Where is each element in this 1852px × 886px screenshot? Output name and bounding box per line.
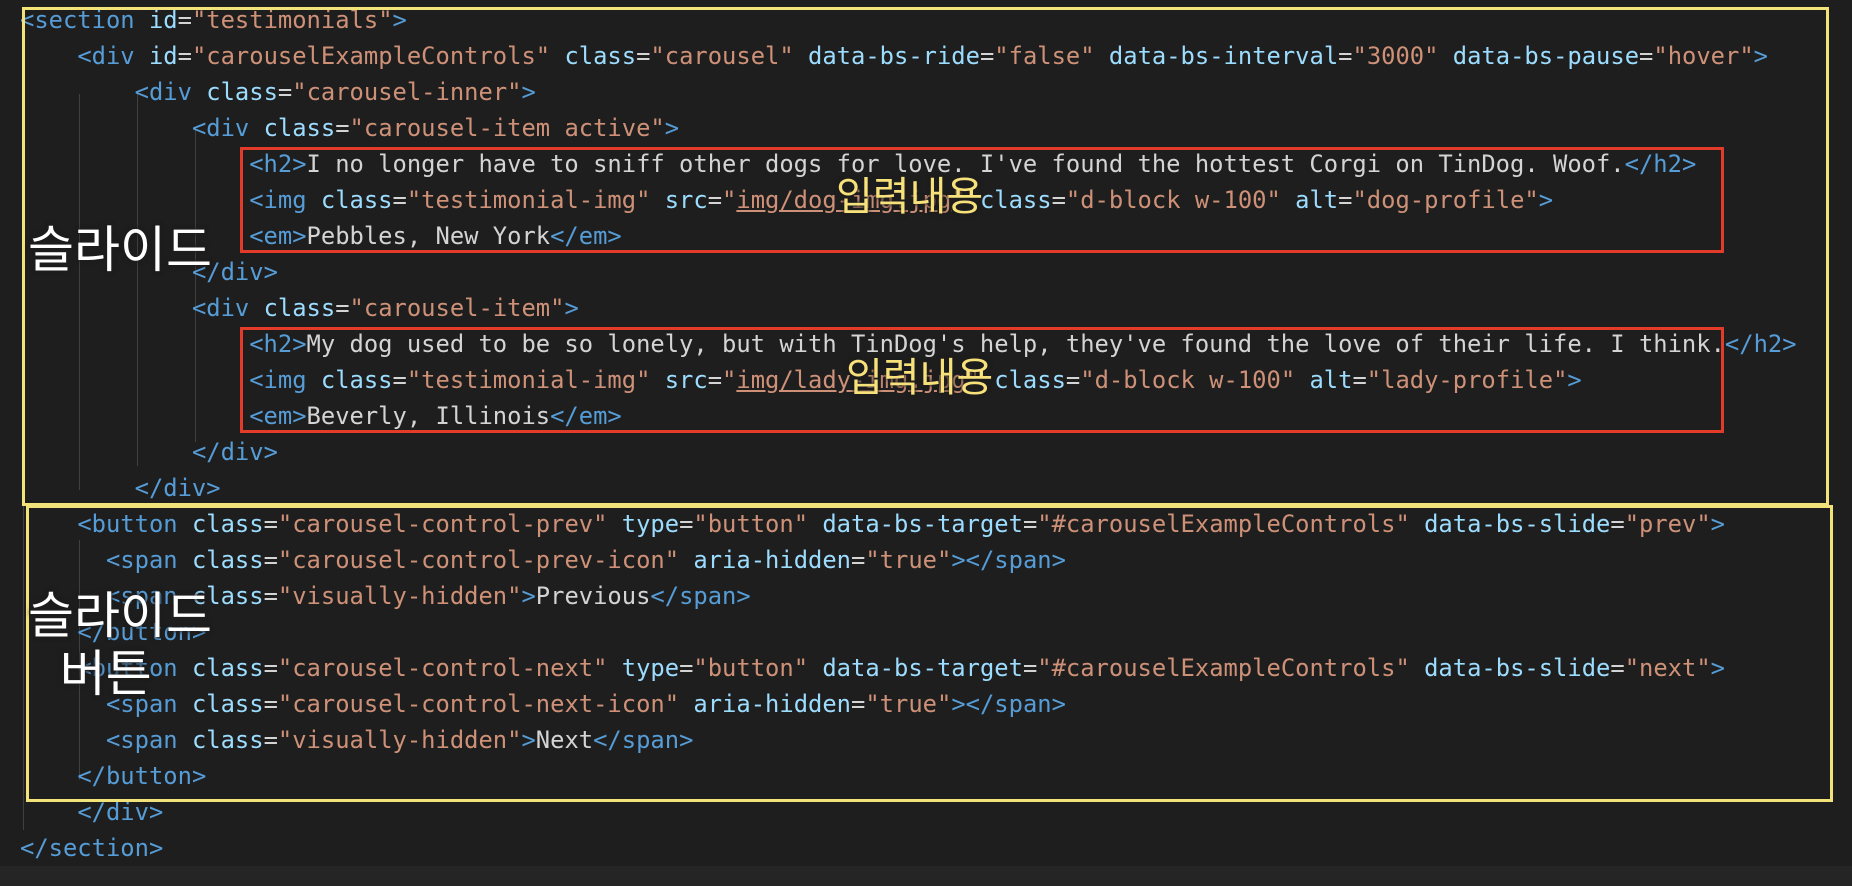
status-bar [0, 866, 1852, 886]
input-content-annotation: 입력내용 [846, 355, 994, 401]
slide-button-highlight-box [26, 505, 1833, 802]
slide-annotation: 슬라이드 [28, 221, 212, 279]
code-editor[interactable]: <section id="testimonials"> <div id="car… [0, 0, 1852, 886]
input-content-annotation: 입력내용 [836, 174, 984, 220]
slide-button-annotation: 슬라이드 버튼 [28, 587, 212, 703]
code-line[interactable]: </section> [20, 830, 163, 866]
